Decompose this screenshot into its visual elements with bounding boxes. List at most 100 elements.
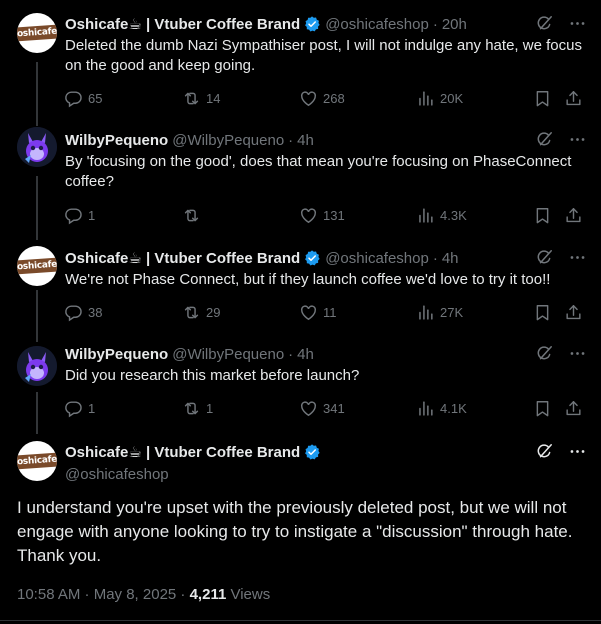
like-button[interactable]: 341	[299, 399, 345, 418]
tweet-text: By 'focusing on the good', does that mea…	[65, 153, 572, 190]
reply-icon	[64, 89, 83, 108]
timestamp[interactable]: 4h	[297, 346, 314, 363]
reply-icon	[64, 399, 83, 418]
more-icon[interactable]	[568, 344, 587, 363]
share-icon	[564, 89, 583, 108]
avatar[interactable]: oshicafe	[17, 441, 57, 481]
timestamp[interactable]: 4h	[297, 132, 314, 149]
verified-badge-icon	[303, 443, 321, 461]
views-count: 27K	[440, 304, 464, 320]
handle[interactable]: @WilbyPequeno	[172, 346, 284, 363]
wilby-avatar-icon	[17, 346, 57, 386]
grok-icon[interactable]	[535, 344, 554, 363]
display-name[interactable]: Oshicafe☕ | Vtuber Coffee Brand	[65, 443, 300, 461]
tweet-header: WilbyPequeno @WilbyPequeno · 4h	[65, 344, 587, 364]
handle[interactable]: @oshicafeshop	[325, 250, 429, 267]
tweet-text: Deleted the dumb Nazi Sympathiser post, …	[65, 37, 582, 74]
avatar[interactable]: oshicafe	[17, 246, 57, 286]
retweet-count: 1	[206, 400, 214, 416]
reply-button[interactable]: 1	[64, 399, 95, 418]
display-name[interactable]: Oshicafe☕ | Vtuber Coffee Brand	[65, 249, 300, 267]
more-icon[interactable]	[568, 442, 587, 461]
main-tweet-author: Oshicafe☕ | Vtuber Coffee Brand @oshicaf…	[65, 442, 587, 483]
views-icon	[416, 206, 435, 225]
views-count: 4,211	[189, 586, 227, 603]
divider	[0, 620, 601, 621]
bookmark-button[interactable]	[533, 89, 552, 108]
views-button[interactable]: 27K	[416, 303, 463, 322]
bookmark-icon	[533, 206, 552, 225]
views-count: 20K	[440, 90, 464, 106]
share-button[interactable]	[564, 303, 583, 322]
like-count: 131	[323, 207, 345, 223]
handle[interactable]: @oshicafeshop	[325, 16, 429, 33]
grok-icon[interactable]	[535, 442, 554, 461]
views-icon	[416, 399, 435, 418]
retweet-button[interactable]: 1	[182, 399, 213, 418]
tweet-text: We're not Phase Connect, but if they lau…	[65, 271, 551, 288]
reply-button[interactable]: 1	[64, 206, 95, 225]
tweet-text: Did you research this market before laun…	[65, 367, 360, 384]
share-button[interactable]	[564, 89, 583, 108]
timestamp[interactable]: 4h	[442, 250, 459, 267]
retweet-button[interactable]	[182, 206, 206, 225]
share-icon	[564, 206, 583, 225]
like-button[interactable]: 131	[299, 206, 345, 225]
more-icon[interactable]	[568, 14, 587, 33]
reply-icon	[64, 206, 83, 225]
reply-count: 65	[88, 90, 103, 106]
reply-button[interactable]: 38	[64, 303, 102, 322]
oshicafe-logo-icon: oshicafe	[17, 452, 57, 470]
views-button[interactable]: 20K	[416, 89, 463, 108]
views-icon	[416, 303, 435, 322]
bookmark-button[interactable]	[533, 399, 552, 418]
reply-button[interactable]: 65	[64, 89, 102, 108]
like-icon	[299, 303, 318, 322]
main-tweet-text: I understand you're upset with the previ…	[17, 498, 573, 565]
grok-icon[interactable]	[535, 248, 554, 267]
views-button[interactable]: 4.3K	[416, 206, 467, 225]
tweet-timestamp[interactable]: 10:58 AM · May 8, 2025 ·	[17, 586, 190, 603]
avatar[interactable]	[17, 127, 57, 167]
like-icon	[299, 399, 318, 418]
bookmark-button[interactable]	[533, 206, 552, 225]
tweet-header: WilbyPequeno @WilbyPequeno · 4h	[65, 130, 587, 150]
retweet-icon	[182, 303, 201, 322]
avatar[interactable]: oshicafe	[17, 13, 57, 53]
separator: ·	[288, 131, 294, 149]
oshicafe-logo-icon: oshicafe	[17, 24, 57, 42]
handle[interactable]: @oshicafeshop	[65, 466, 587, 483]
views-label: Views	[230, 586, 271, 603]
display-name[interactable]: WilbyPequeno	[65, 346, 168, 363]
reply-count: 38	[88, 304, 103, 320]
tweet-meta: 10:58 AM · May 8, 2025 · 4,211 Views	[17, 586, 270, 603]
retweet-button[interactable]: 14	[182, 89, 220, 108]
avatar[interactable]	[17, 346, 57, 386]
verified-badge-icon	[303, 15, 321, 33]
grok-icon[interactable]	[535, 130, 554, 149]
retweet-count: 29	[206, 304, 221, 320]
bookmark-button[interactable]	[533, 303, 552, 322]
more-icon[interactable]	[568, 248, 587, 267]
retweet-count: 14	[206, 90, 221, 106]
like-button[interactable]: 268	[299, 89, 345, 108]
retweet-icon	[182, 206, 201, 225]
reply-count: 1	[88, 207, 96, 223]
grok-icon[interactable]	[535, 14, 554, 33]
display-name[interactable]: WilbyPequeno	[65, 132, 168, 149]
timestamp[interactable]: 20h	[442, 16, 467, 33]
share-button[interactable]	[564, 399, 583, 418]
share-button[interactable]	[564, 206, 583, 225]
retweet-icon	[182, 399, 201, 418]
display-name[interactable]: Oshicafe☕ | Vtuber Coffee Brand	[65, 15, 300, 33]
views-button[interactable]: 4.1K	[416, 399, 467, 418]
oshicafe-logo-icon: oshicafe	[17, 257, 57, 275]
retweet-button[interactable]: 29	[182, 303, 220, 322]
like-button[interactable]: 11	[299, 303, 337, 322]
handle[interactable]: @WilbyPequeno	[172, 132, 284, 149]
retweet-icon	[182, 89, 201, 108]
reply-icon	[64, 303, 83, 322]
share-icon	[564, 399, 583, 418]
more-icon[interactable]	[568, 130, 587, 149]
wilby-avatar-icon	[17, 127, 57, 167]
